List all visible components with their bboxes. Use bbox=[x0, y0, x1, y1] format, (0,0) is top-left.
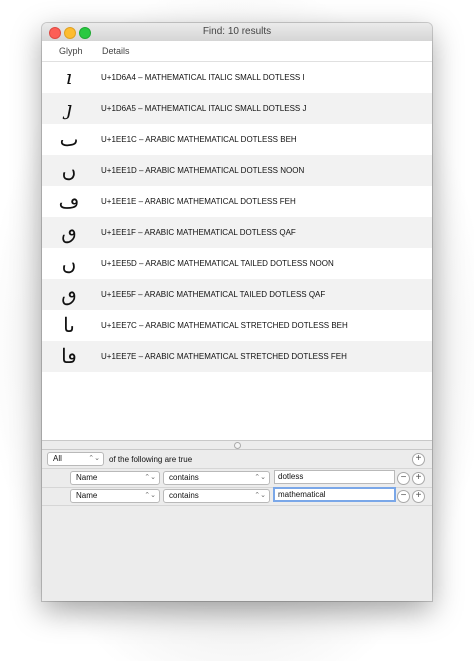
glyph-cell: 𝚤 bbox=[65, 65, 73, 89]
popup-arrows-icon: ⌃⌄ bbox=[144, 474, 156, 481]
popup-arrows-icon: ⌃⌄ bbox=[144, 492, 156, 499]
details-cell: U+1EE1C – ARABIC MATHEMATICAL DOTLESS BE… bbox=[101, 135, 297, 144]
details-cell: U+1EE5D – ARABIC MATHEMATICAL TAILED DOT… bbox=[101, 259, 334, 268]
field-popup[interactable]: Name ⌃⌄ bbox=[70, 489, 160, 503]
field-value: Name bbox=[76, 491, 98, 500]
details-cell: U+1EE5F – ARABIC MATHEMATICAL TAILED DOT… bbox=[101, 290, 326, 299]
glyph-cell: ں bbox=[61, 158, 77, 182]
add-row-button[interactable]: + bbox=[412, 472, 425, 485]
table-row[interactable]: ں U+1EE1D – ARABIC MATHEMATICAL DOTLESS … bbox=[42, 155, 432, 186]
predicate-row: Name ⌃⌄ contains ⌃⌄ dotless − + bbox=[42, 469, 432, 488]
results-table: 𝚤 U+1D6A4 – MATHEMATICAL ITALIC SMALL DO… bbox=[42, 62, 432, 440]
details-cell: U+1EE1E – ARABIC MATHEMATICAL DOTLESS FE… bbox=[101, 197, 296, 206]
value-field[interactable]: dotless bbox=[274, 470, 395, 484]
table-row[interactable]: ٯ U+1EE1F – ARABIC MATHEMATICAL DOTLESS … bbox=[42, 217, 432, 248]
find-window: Find: 10 results Glyph Details 𝚤 U+1D6A4… bbox=[42, 23, 432, 601]
glyph-cell: ڡ bbox=[58, 189, 80, 213]
details-cell: U+1EE7C – ARABIC MATHEMATICAL STRETCHED … bbox=[101, 321, 348, 330]
table-row[interactable]: 𝚥 U+1D6A5 – MATHEMATICAL ITALIC SMALL DO… bbox=[42, 93, 432, 124]
table-row[interactable]: 𝚤 U+1D6A4 – MATHEMATICAL ITALIC SMALL DO… bbox=[42, 62, 432, 93]
window-title: Find: 10 results bbox=[202, 26, 272, 37]
details-cell: U+1EE1F – ARABIC MATHEMATICAL DOTLESS QA… bbox=[101, 228, 296, 237]
table-row[interactable]: ں U+1EE5D – ARABIC MATHEMATICAL TAILED D… bbox=[42, 248, 432, 279]
predicate-editor: All ⌃⌄ of the following are true + Name … bbox=[42, 450, 432, 506]
predicate-editor-empty-area bbox=[42, 506, 432, 601]
popup-arrows-icon: ⌃⌄ bbox=[88, 455, 100, 462]
details-cell: U+1D6A5 – MATHEMATICAL ITALIC SMALL DOTL… bbox=[101, 104, 307, 113]
operator-value: contains bbox=[169, 473, 199, 482]
table-row[interactable]: ٮا U+1EE7C – ARABIC MATHEMATICAL STRETCH… bbox=[42, 310, 432, 341]
details-cell: U+1EE1D – ARABIC MATHEMATICAL DOTLESS NO… bbox=[101, 166, 305, 175]
column-header-glyph[interactable]: Glyph bbox=[59, 46, 83, 56]
match-all-value: All bbox=[53, 454, 62, 463]
popup-arrows-icon: ⌃⌄ bbox=[254, 474, 266, 481]
glyph-cell: ٯ bbox=[61, 282, 77, 306]
popup-arrows-icon: ⌃⌄ bbox=[254, 492, 266, 499]
remove-row-button[interactable]: − bbox=[397, 472, 410, 485]
glyph-cell: 𝚥 bbox=[65, 96, 73, 120]
column-header: Glyph Details bbox=[42, 41, 432, 62]
remove-row-button[interactable]: − bbox=[397, 490, 410, 503]
split-view-divider[interactable] bbox=[42, 440, 432, 450]
glyph-cell: ٯ bbox=[61, 220, 77, 244]
glyph-cell: ٮ bbox=[59, 127, 79, 151]
operator-popup[interactable]: contains ⌃⌄ bbox=[163, 471, 270, 485]
operator-popup[interactable]: contains ⌃⌄ bbox=[163, 489, 270, 503]
match-label: of the following are true bbox=[109, 455, 193, 464]
column-header-details[interactable]: Details bbox=[102, 46, 130, 56]
details-cell: U+1D6A4 – MATHEMATICAL ITALIC SMALL DOTL… bbox=[101, 73, 305, 82]
field-popup[interactable]: Name ⌃⌄ bbox=[70, 471, 160, 485]
predicate-compound-row: All ⌃⌄ of the following are true + bbox=[42, 450, 432, 469]
table-row[interactable]: ٯ U+1EE5F – ARABIC MATHEMATICAL TAILED D… bbox=[42, 279, 432, 310]
add-row-button[interactable]: + bbox=[412, 490, 425, 503]
table-row[interactable]: ڡا U+1EE7E – ARABIC MATHEMATICAL STRETCH… bbox=[42, 341, 432, 372]
predicate-row: Name ⌃⌄ contains ⌃⌄ mathematical − + bbox=[42, 487, 432, 506]
value-field[interactable]: mathematical bbox=[273, 487, 396, 502]
add-compound-button[interactable]: + bbox=[412, 453, 425, 466]
match-all-popup[interactable]: All ⌃⌄ bbox=[47, 452, 104, 466]
operator-value: contains bbox=[169, 491, 199, 500]
title-bar[interactable]: Find: 10 results bbox=[42, 23, 432, 42]
glyph-cell: ں bbox=[61, 251, 77, 275]
field-value: Name bbox=[76, 473, 98, 482]
table-row[interactable]: ڡ U+1EE1E – ARABIC MATHEMATICAL DOTLESS … bbox=[42, 186, 432, 217]
glyph-cell: ڡا bbox=[61, 344, 77, 368]
details-cell: U+1EE7E – ARABIC MATHEMATICAL STRETCHED … bbox=[101, 352, 347, 361]
glyph-cell: ٮا bbox=[63, 313, 75, 337]
table-row[interactable]: ٮ U+1EE1C – ARABIC MATHEMATICAL DOTLESS … bbox=[42, 124, 432, 155]
splitter-handle-icon[interactable] bbox=[234, 442, 241, 449]
